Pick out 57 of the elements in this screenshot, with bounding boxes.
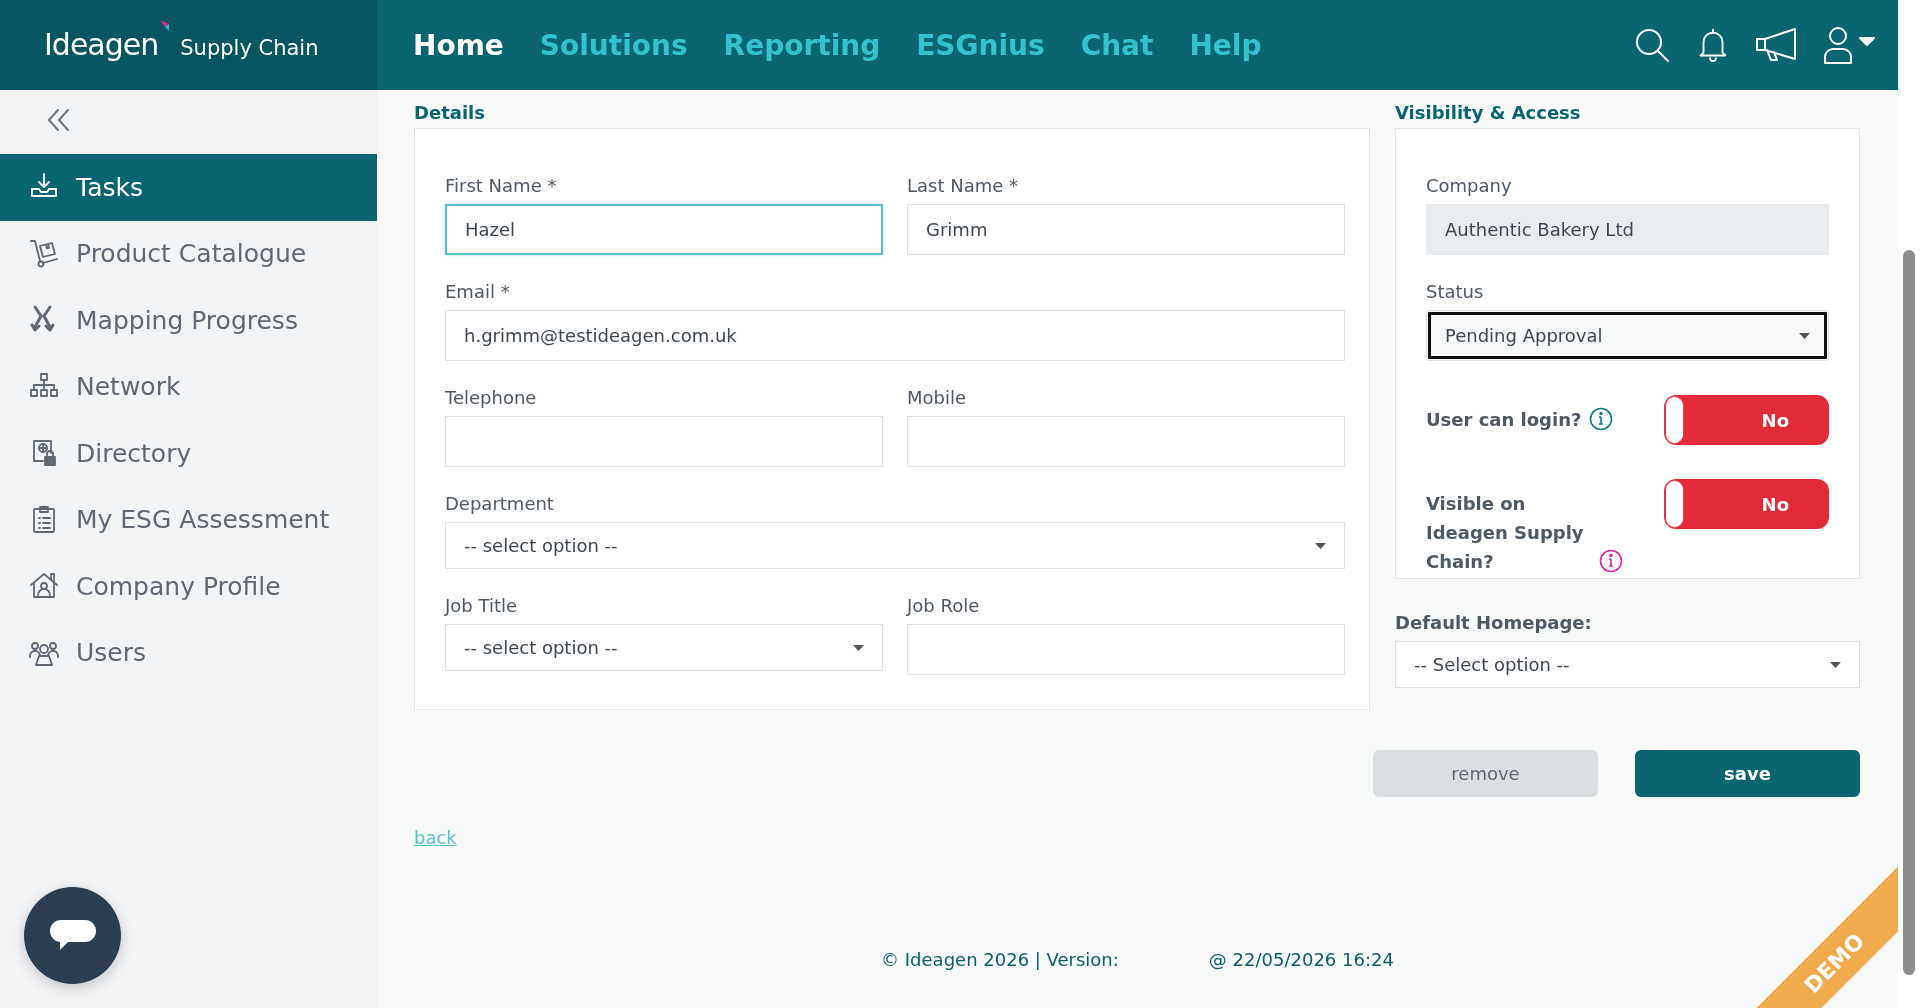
caret-icon <box>1830 661 1841 668</box>
sidebar-item[interactable]: Mapping Progress <box>76 305 298 335</box>
toggle-switch[interactable]: No <box>1664 479 1829 529</box>
info-icon[interactable] <box>1589 407 1614 431</box>
chat-button[interactable] <box>24 887 121 984</box>
input-field[interactable]: Hazel <box>445 204 883 255</box>
sidebar-item[interactable]: Directory <box>76 438 192 468</box>
nav-link[interactable]: Chat <box>1080 28 1154 62</box>
copyright-text: © Ideagen 2026 | Version: <box>881 949 1119 970</box>
input-field[interactable] <box>445 416 883 467</box>
input-field[interactable]: Grimm <box>907 204 1345 255</box>
field-label: Email * <box>445 281 511 302</box>
caret-icon <box>1315 542 1326 549</box>
trolley-icon <box>28 237 60 270</box>
remove-button[interactable]: remove <box>1373 750 1598 797</box>
sidebar-item[interactable]: Product Catalogue <box>76 239 307 269</box>
field-label: First Name * <box>445 175 558 196</box>
caret-icon <box>853 644 864 651</box>
select-field[interactable]: Pending Approval <box>1426 310 1829 361</box>
field-label: Job Title <box>445 595 519 616</box>
section-heading: Details <box>414 102 486 121</box>
input-field[interactable] <box>907 416 1345 467</box>
field-label: Company <box>1426 175 1513 196</box>
section-heading: Visibility & Access <box>1395 102 1582 121</box>
nav-link[interactable]: ESGnius <box>916 28 1045 62</box>
input-field[interactable]: h.grimm@testideagen.com.uk <box>445 310 1345 361</box>
nav-link[interactable]: Home <box>413 28 504 62</box>
select-field[interactable]: -- Select option -- <box>1395 641 1860 688</box>
logo-product-name: Supply Chain <box>180 36 319 60</box>
scrollbar-thumb[interactable] <box>1903 250 1915 975</box>
info-icon[interactable] <box>1599 549 1623 573</box>
field-label: Telephone <box>445 387 538 408</box>
save-button[interactable]: save <box>1635 750 1860 797</box>
field-label: Default Homepage: <box>1395 612 1593 633</box>
select-field[interactable]: -- select option -- <box>445 522 1345 569</box>
toggle-switch[interactable]: No <box>1664 395 1829 445</box>
field-label: Status <box>1426 281 1485 302</box>
field-label: Mobile <box>907 387 968 408</box>
nav-link[interactable]: Reporting <box>723 28 881 62</box>
caret-icon <box>1799 332 1810 339</box>
field-label: Job Role <box>907 595 981 616</box>
nav-link[interactable]: Help <box>1189 28 1262 62</box>
user-menu-icon[interactable] <box>1822 25 1878 65</box>
field-label: Department <box>445 493 555 514</box>
input-field[interactable] <box>907 624 1345 675</box>
nav-link[interactable]: Solutions <box>539 28 688 62</box>
sidebar-item[interactable]: Users <box>76 638 146 668</box>
select-field[interactable]: -- select option -- <box>445 624 883 671</box>
sidebar-item[interactable]: My ESG Assessment <box>76 505 330 535</box>
sidebar-item[interactable]: Tasks <box>76 172 143 202</box>
timestamp-text: @ 22/05/2026 16:24 <box>1208 949 1394 970</box>
sidebar-item[interactable]: Network <box>76 372 181 402</box>
toggle-label: User can login? <box>1426 408 1582 432</box>
toggle-label: Visible on Ideagen Supply Chain? <box>1426 492 1585 574</box>
logo-wordmark[interactable]: Ideagen <box>44 27 159 63</box>
sidebar-item[interactable]: Company Profile <box>76 571 281 601</box>
field-label: Last Name * <box>907 175 1020 196</box>
